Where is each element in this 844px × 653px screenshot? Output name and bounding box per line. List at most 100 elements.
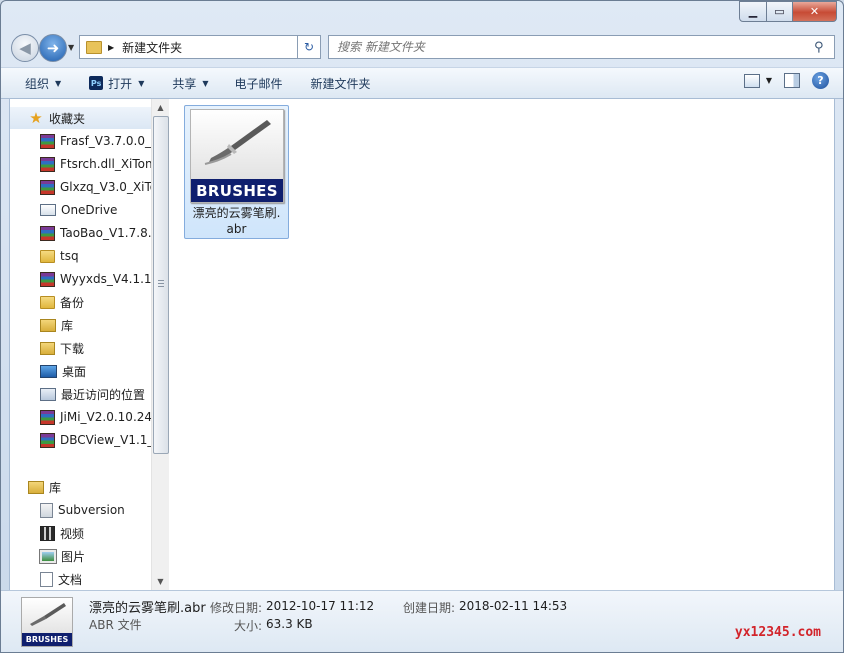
- brushes-banner: BRUSHES: [191, 179, 283, 202]
- chevron-down-icon: ▼: [202, 78, 209, 88]
- nav-item-library[interactable]: Subversion: [40, 499, 125, 521]
- nav-item-label: tsq: [60, 249, 79, 263]
- rar-icon: [40, 409, 55, 425]
- new-folder-button[interactable]: 新建文件夹: [305, 72, 377, 94]
- scroll-up-icon[interactable]: ▲: [152, 99, 169, 116]
- address-bar[interactable]: ▶ 新建文件夹 ▼: [79, 35, 317, 59]
- nav-item-favorite[interactable]: TaoBao_V1.7.8.: [40, 222, 151, 244]
- downloads-icon: [40, 341, 55, 355]
- nav-item-label: JiMi_V2.0.10.24_: [60, 410, 151, 424]
- minimize-button[interactable]: ▁: [739, 1, 767, 22]
- email-button[interactable]: 电子邮件: [229, 72, 289, 94]
- created-value: 2018-02-11 14:53: [459, 599, 568, 613]
- nav-item-library[interactable]: 文档: [40, 568, 82, 590]
- nav-item-favorite[interactable]: 最近访问的位置: [40, 383, 145, 405]
- scroll-down-icon[interactable]: ▼: [152, 573, 169, 590]
- nav-item-library[interactable]: 图片: [39, 545, 86, 567]
- recent-places-icon: [40, 387, 56, 401]
- search-box[interactable]: ⚲: [328, 35, 835, 59]
- video-icon: [40, 525, 55, 541]
- rar-icon: [40, 271, 55, 287]
- nav-pane-scrollbar[interactable]: ▲ ▼: [151, 99, 169, 590]
- nav-item-favorite[interactable]: Ftsrch.dll_XiTon: [40, 153, 151, 175]
- favorites-label: 收藏夹: [49, 111, 86, 126]
- nav-item-favorite[interactable]: Wyyxds_V4.1.1.: [40, 268, 151, 290]
- change-view-icon[interactable]: [743, 73, 760, 88]
- caption-buttons: ▁ ▭ ✕: [739, 1, 837, 22]
- modified-value: 2012-10-17 11:12: [266, 599, 375, 613]
- refresh-icon: ↻: [303, 40, 315, 54]
- nav-item-label: 库: [61, 318, 74, 333]
- nav-item-label: Ftsrch.dll_XiTon: [60, 157, 151, 171]
- picture-icon: [39, 548, 57, 564]
- details-file-name: 漂亮的云雾笔刷.abr: [89, 601, 206, 616]
- search-icon[interactable]: ⚲: [814, 40, 834, 55]
- watermark-text: yx12345.com: [734, 625, 821, 640]
- size-value: 63.3 KB: [266, 617, 313, 631]
- nav-item-label: 图片: [61, 549, 86, 564]
- maximize-button[interactable]: ▭: [767, 1, 793, 22]
- search-input[interactable]: [329, 39, 814, 55]
- nav-item-library[interactable]: 视频: [40, 522, 84, 544]
- created-label: 创建日期:: [403, 601, 456, 615]
- favorites-header[interactable]: ★ 收藏夹: [10, 107, 151, 129]
- paintbrush-icon: [204, 120, 271, 165]
- nav-item-favorite[interactable]: 下载: [40, 337, 84, 359]
- nav-item-label: 最近访问的位置: [61, 387, 146, 402]
- photoshop-icon: Ps: [89, 76, 104, 90]
- nav-item-label: 视频: [60, 526, 85, 541]
- preview-pane-icon[interactable]: [784, 73, 800, 88]
- nav-item-label: 备份: [60, 295, 85, 310]
- nav-item-label: OneDrive: [61, 203, 118, 217]
- navigation-pane[interactable]: ★ 收藏夹 Frasf_V3.7.0.0_X Ftsrch.dll_XiTon …: [10, 99, 151, 590]
- new-folder-label: 新建文件夹: [310, 76, 371, 91]
- file-list[interactable]: BRUSHES 漂亮的云雾笔刷. abr: [168, 99, 834, 590]
- open-menu[interactable]: Ps 打开 ▼: [83, 72, 150, 94]
- content-area: ★ 收藏夹 Frasf_V3.7.0.0_X Ftsrch.dll_XiTon …: [9, 98, 835, 591]
- folder-icon: [40, 249, 55, 263]
- details-thumbnail: BRUSHES: [21, 597, 73, 647]
- refresh-button[interactable]: ↻: [297, 35, 321, 59]
- document-icon: [40, 571, 53, 587]
- nav-item-favorite[interactable]: 备份: [40, 291, 84, 313]
- organize-label: 组织: [25, 76, 50, 91]
- nav-item-label: Glxzq_V3.0_XiTo: [60, 180, 151, 194]
- nav-item-favorite[interactable]: DBCView_V1.1_: [40, 429, 151, 451]
- chevron-down-icon: ▼: [138, 78, 145, 88]
- scrollbar-thumb[interactable]: [153, 116, 169, 454]
- help-icon[interactable]: ?: [812, 72, 829, 89]
- recent-pages-dropdown[interactable]: ▼: [68, 43, 74, 52]
- nav-item-favorite[interactable]: Frasf_V3.7.0.0_X: [40, 130, 151, 152]
- nav-item-favorite[interactable]: 库: [40, 314, 73, 336]
- library-icon: [28, 480, 44, 494]
- close-button[interactable]: ✕: [793, 1, 837, 22]
- details-brushes-banner: BRUSHES: [22, 633, 72, 646]
- libraries-header[interactable]: 库: [28, 476, 61, 498]
- nav-item-favorite[interactable]: JiMi_V2.0.10.24_: [40, 406, 151, 428]
- library-icon: [40, 318, 56, 332]
- nav-item-favorite[interactable]: 桌面: [40, 360, 86, 382]
- explorer-window: ▁ ▭ ✕ ◀ ➜ ▼ ▶ 新建文件夹 ▼ ↻ ⚲ 组织 ▼ Ps 打开 ▼ 共享 ▼: [0, 0, 844, 653]
- forward-button[interactable]: ➜: [39, 34, 67, 62]
- rar-icon: [40, 225, 55, 241]
- file-name-base: 漂亮的云雾笔刷.: [192, 206, 281, 220]
- view-options-dropdown-icon[interactable]: ▼: [766, 76, 772, 85]
- address-path[interactable]: 新建文件夹: [122, 39, 302, 56]
- share-label: 共享: [172, 76, 197, 91]
- file-item-selected[interactable]: BRUSHES 漂亮的云雾笔刷. abr: [184, 105, 289, 239]
- organize-menu[interactable]: 组织 ▼: [19, 72, 67, 94]
- breadcrumb-separator-icon[interactable]: ▶: [108, 43, 114, 52]
- paintbrush-icon: [30, 603, 66, 626]
- rar-icon: [40, 432, 55, 448]
- folder-icon: [40, 295, 55, 309]
- share-menu[interactable]: 共享 ▼: [166, 72, 214, 94]
- nav-item-label: DBCView_V1.1_: [60, 433, 151, 447]
- libraries-label: 库: [49, 480, 62, 495]
- back-button[interactable]: ◀: [11, 34, 39, 62]
- nav-item-favorite[interactable]: OneDrive: [40, 199, 117, 221]
- nav-item-favorite[interactable]: Glxzq_V3.0_XiTo: [40, 176, 151, 198]
- star-icon: ★: [29, 109, 43, 127]
- nav-item-favorite[interactable]: tsq: [40, 245, 79, 267]
- file-name-label: 漂亮的云雾笔刷. abr: [185, 205, 288, 237]
- chevron-down-icon: ▼: [55, 78, 62, 88]
